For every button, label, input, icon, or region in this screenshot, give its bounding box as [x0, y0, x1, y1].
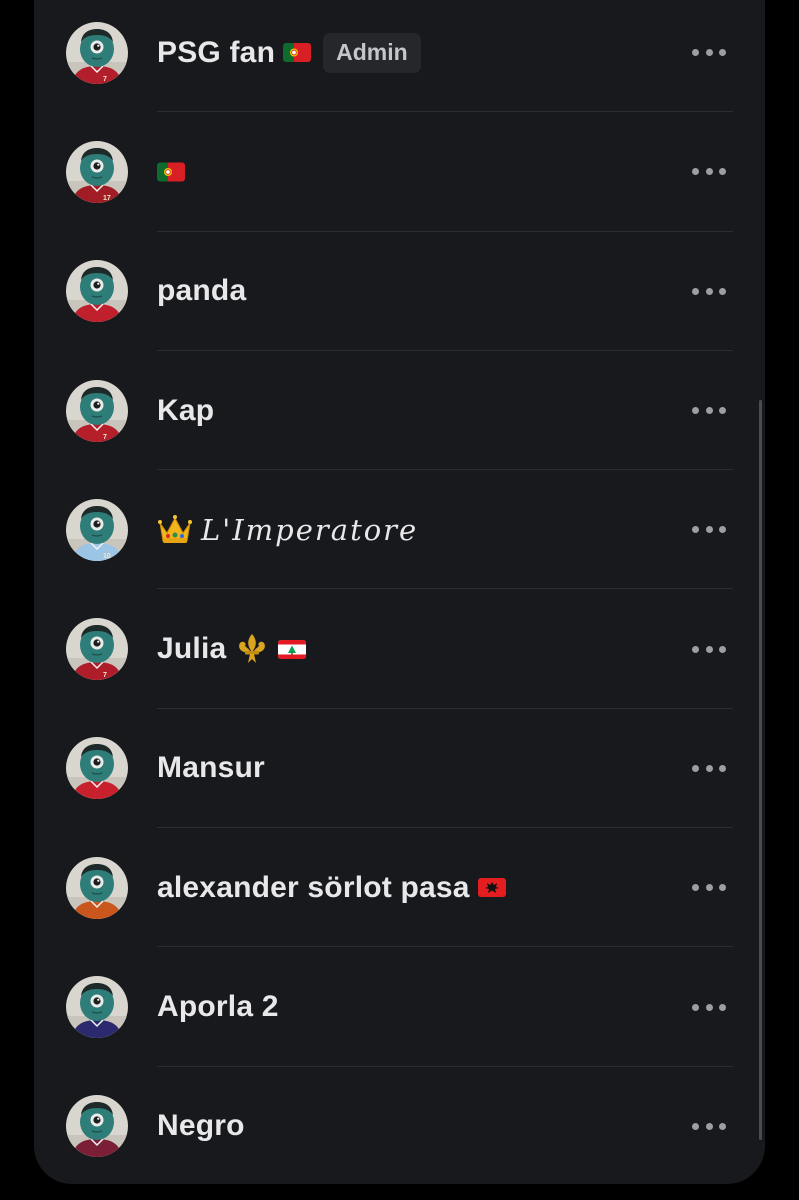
- fleur-de-lis-icon: [234, 632, 270, 666]
- member-avatar[interactable]: [66, 1095, 128, 1158]
- svg-text:7: 7: [103, 76, 107, 83]
- more-options-icon[interactable]: [692, 1002, 726, 1012]
- member-name: panda: [157, 274, 247, 308]
- more-options-icon[interactable]: [692, 525, 726, 535]
- more-options-icon[interactable]: [692, 1121, 726, 1131]
- member-name: PSG fan: [157, 35, 276, 69]
- more-options-icon[interactable]: [692, 644, 726, 654]
- member-name-group: Julia: [157, 632, 307, 666]
- member-name-group: panda: [157, 274, 246, 308]
- member-row[interactable]: 7 PSG fan Admin: [34, 0, 765, 113]
- more-options-icon[interactable]: [692, 763, 726, 773]
- member-row[interactable]: panda: [34, 232, 765, 351]
- member-list: 7 PSG fan Admin 17 panda 7 Kap 10 L'Imperatore 7 J…: [34, 0, 765, 1184]
- member-avatar[interactable]: [66, 737, 128, 800]
- member-name-group: Negro: [157, 1109, 245, 1143]
- crown-icon: [157, 513, 193, 547]
- member-name: Aporla 2: [157, 990, 279, 1024]
- member-name: Julia: [157, 632, 227, 666]
- member-name: L'Imperatore: [201, 512, 419, 547]
- member-avatar[interactable]: [66, 976, 128, 1039]
- member-name: Negro: [157, 1109, 245, 1143]
- member-name-group: alexander sörlot pasa: [157, 871, 506, 905]
- svg-text:17: 17: [103, 195, 111, 202]
- member-name: Mansur: [157, 751, 265, 785]
- member-row[interactable]: 7 Kap: [34, 351, 765, 471]
- svg-text:7: 7: [103, 434, 107, 441]
- member-name-group: Aporla 2: [157, 990, 279, 1024]
- member-name: alexander sörlot pasa: [157, 870, 470, 904]
- member-name-group: L'Imperatore: [157, 513, 418, 547]
- member-row[interactable]: alexander sörlot pasa: [34, 828, 765, 948]
- member-row[interactable]: 10 L'Imperatore: [34, 470, 765, 590]
- member-row[interactable]: Aporla 2: [34, 947, 765, 1067]
- more-options-icon[interactable]: [692, 883, 726, 893]
- member-avatar[interactable]: 7: [66, 21, 128, 84]
- member-row[interactable]: 7 Julia: [34, 589, 765, 709]
- member-avatar[interactable]: [66, 260, 128, 323]
- group-members-panel: 7 PSG fan Admin 17 panda 7 Kap 10 L'Imperatore 7 J…: [34, 0, 765, 1184]
- portugal-flag-icon: [283, 43, 312, 63]
- more-options-icon[interactable]: [692, 167, 726, 177]
- member-name-group: PSG fan Admin: [157, 32, 421, 73]
- member-row[interactable]: Mansur: [34, 709, 765, 829]
- albania-flag-icon: [477, 878, 506, 898]
- svg-text:10: 10: [103, 553, 111, 560]
- member-avatar[interactable]: 7: [66, 379, 128, 442]
- member-row[interactable]: 17: [34, 112, 765, 232]
- portugal-flag-icon: [157, 162, 185, 182]
- more-options-icon[interactable]: [692, 286, 726, 296]
- member-row[interactable]: Negro: [34, 1067, 765, 1184]
- member-avatar[interactable]: 10: [66, 498, 128, 561]
- member-avatar[interactable]: 17: [66, 140, 128, 203]
- svg-text:7: 7: [103, 672, 107, 679]
- member-name-group: Mansur: [157, 751, 265, 785]
- admin-badge: Admin: [323, 32, 421, 73]
- more-options-icon[interactable]: [692, 406, 726, 416]
- member-avatar[interactable]: 7: [66, 618, 128, 681]
- member-name: Kap: [157, 393, 215, 427]
- lebanon-flag-icon: [278, 639, 307, 659]
- member-name-group: [157, 162, 185, 182]
- more-options-icon[interactable]: [692, 48, 726, 58]
- member-name-group: Kap: [157, 394, 214, 428]
- member-avatar[interactable]: [66, 856, 128, 919]
